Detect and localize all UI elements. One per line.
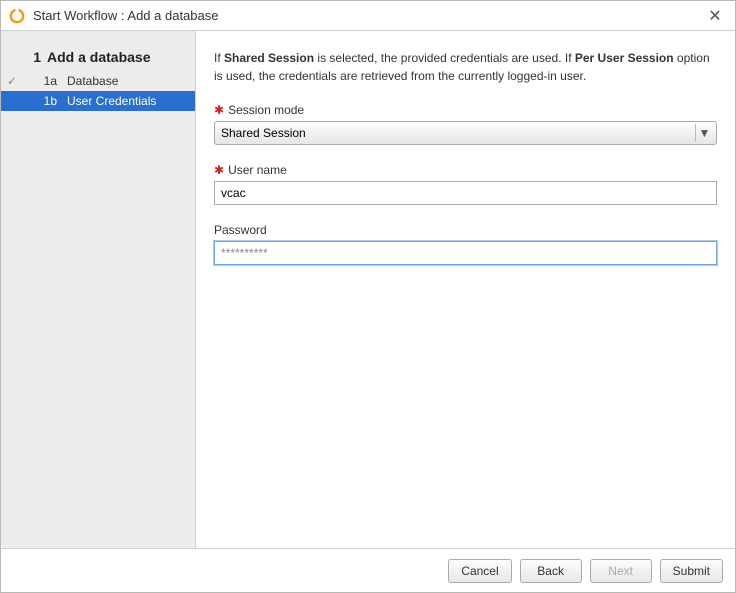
wizard-step-user-credentials[interactable]: 1b User Credentials xyxy=(1,91,195,111)
label-text: Session mode xyxy=(228,103,304,117)
password-input[interactable] xyxy=(214,241,717,265)
required-asterisk-icon: ✱ xyxy=(214,104,224,116)
dialog: Start Workflow : Add a database ✕ 1 Add a… xyxy=(0,0,736,593)
dialog-title: Start Workflow : Add a database xyxy=(33,8,705,23)
titlebar: Start Workflow : Add a database ✕ xyxy=(1,1,735,31)
wizard-step-id: 1b xyxy=(23,94,57,108)
wizard-step-database[interactable]: ✓ 1a Database xyxy=(1,71,195,91)
wizard-content: If Shared Session is selected, the provi… xyxy=(196,31,735,548)
app-logo-icon xyxy=(9,8,25,24)
next-button[interactable]: Next xyxy=(590,559,652,583)
wizard-step-id: 1a xyxy=(23,74,57,88)
intro-text: If Shared Session is selected, the provi… xyxy=(214,49,717,85)
password-label: Password xyxy=(214,223,717,237)
cancel-button[interactable]: Cancel xyxy=(448,559,511,583)
wizard-step-root-num: 1 xyxy=(11,49,41,65)
wizard-step-root-label: Add a database xyxy=(47,49,150,65)
check-icon: ✓ xyxy=(1,74,23,88)
intro-bold: Per User Session xyxy=(575,51,674,65)
intro-bold: Shared Session xyxy=(224,51,314,65)
intro-seg: is selected, the provided credentials ar… xyxy=(314,51,575,65)
label-text: Password xyxy=(214,223,267,237)
close-icon[interactable]: ✕ xyxy=(705,6,725,26)
label-text: User name xyxy=(228,163,287,177)
username-label: ✱ User name xyxy=(214,163,717,177)
submit-button[interactable]: Submit xyxy=(660,559,723,583)
wizard-sidebar: 1 Add a database ✓ 1a Database 1b User Cr… xyxy=(1,31,196,548)
dialog-body: 1 Add a database ✓ 1a Database 1b User Cr… xyxy=(1,31,735,548)
required-asterisk-icon: ✱ xyxy=(214,164,224,176)
wizard-step-label: Database xyxy=(67,74,118,88)
wizard-step-label: User Credentials xyxy=(67,94,156,108)
intro-seg: If xyxy=(214,51,224,65)
username-input[interactable] xyxy=(214,181,717,205)
session-mode-label: ✱ Session mode xyxy=(214,103,717,117)
session-mode-select[interactable]: Shared Session xyxy=(214,121,717,145)
dialog-footer: Cancel Back Next Submit xyxy=(1,548,735,592)
session-mode-select-wrap: Shared Session ▼ xyxy=(214,121,717,145)
wizard-step-root: 1 Add a database xyxy=(1,43,195,71)
back-button[interactable]: Back xyxy=(520,559,582,583)
